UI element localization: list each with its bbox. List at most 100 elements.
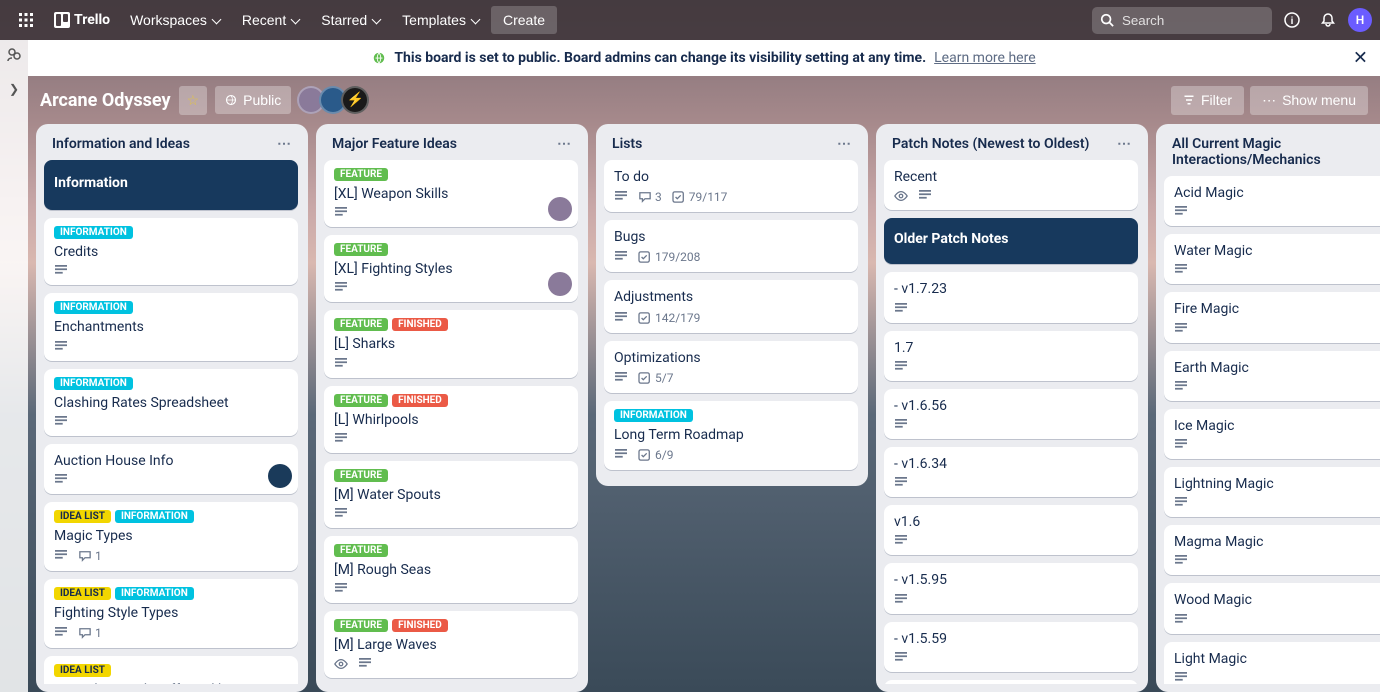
card[interactable]: INFORMATIONCredits <box>44 218 298 285</box>
label-fin[interactable]: FINISHED <box>392 394 448 407</box>
card[interactable]: - v1.5.34 <box>884 680 1138 684</box>
nav-starred[interactable]: Starred <box>311 6 390 34</box>
label-fin[interactable]: FINISHED <box>392 619 448 632</box>
trello-logo[interactable]: Trello <box>46 12 118 28</box>
description-icon <box>334 207 348 219</box>
description-icon <box>334 358 348 370</box>
label-feat[interactable]: FEATURE <box>334 168 388 181</box>
card[interactable]: Magma Magic <box>1164 525 1380 575</box>
list-menu-button[interactable]: ⋯ <box>557 136 572 152</box>
card[interactable]: INFORMATIONClashing Rates Spreadsheet <box>44 369 298 436</box>
list-menu-button[interactable]: ⋯ <box>277 136 292 152</box>
list-title[interactable]: Patch Notes (Newest to Oldest) <box>892 136 1089 152</box>
list-title[interactable]: Lists <box>612 136 642 152</box>
card[interactable]: FEATURE[M] Rough Seas <box>324 536 578 603</box>
card[interactable]: IDEA LISTStats that can be affected by a… <box>44 656 298 684</box>
nav-templates[interactable]: Templates <box>392 6 489 34</box>
label-info[interactable]: INFORMATION <box>54 301 133 314</box>
description-icon <box>614 449 628 461</box>
card[interactable]: Earth Magic <box>1164 351 1380 401</box>
card[interactable]: FEATURE[XL] Fighting Styles <box>324 235 578 302</box>
nav-recent[interactable]: Recent <box>232 6 309 34</box>
user-avatar[interactable]: H <box>1348 8 1372 32</box>
list-title[interactable]: All Current Magic Interactions/Mechanics <box>1172 136 1380 168</box>
label-info[interactable]: INFORMATION <box>115 587 194 600</box>
card[interactable]: To do 3 79/117 <box>604 160 858 212</box>
apps-menu-button[interactable] <box>8 6 44 34</box>
create-button[interactable]: Create <box>491 6 557 34</box>
info-button[interactable]: i <box>1276 4 1308 36</box>
card[interactable]: 1.7 <box>884 331 1138 381</box>
card[interactable]: - v1.5.59 <box>884 622 1138 672</box>
card[interactable]: Lightning Magic <box>1164 467 1380 517</box>
show-menu-button[interactable]: ⋯ Show menu <box>1250 86 1368 115</box>
label-info[interactable]: INFORMATION <box>614 409 693 422</box>
label-feat[interactable]: FEATURE <box>334 619 388 632</box>
card[interactable]: Fire Magic <box>1164 292 1380 342</box>
filter-button[interactable]: Filter <box>1171 86 1244 115</box>
list-title[interactable]: Major Feature Ideas <box>332 136 457 152</box>
board-members[interactable]: ⚡ <box>303 86 369 114</box>
card[interactable]: Information <box>44 160 298 210</box>
notifications-button[interactable] <box>1312 4 1344 36</box>
card[interactable]: Acid Magic <box>1164 176 1380 226</box>
label-info[interactable]: INFORMATION <box>54 377 133 390</box>
card[interactable]: INFORMATIONEnchantments <box>44 293 298 360</box>
card[interactable]: INFORMATIONLong Term Roadmap 6/9 <box>604 401 858 470</box>
label-info[interactable]: INFORMATION <box>54 226 133 239</box>
card[interactable]: v1.6 <box>884 505 1138 555</box>
banner-link[interactable]: Learn more here <box>934 50 1035 66</box>
card[interactable]: - v1.6.34 <box>884 447 1138 497</box>
workspace-icon[interactable] <box>5 46 23 64</box>
card[interactable]: FEATURE[M] Water Spouts <box>324 461 578 528</box>
card[interactable]: IDEA LISTINFORMATIONFighting Style Types… <box>44 579 298 648</box>
nav-workspaces[interactable]: Workspaces <box>120 6 230 34</box>
member-avatar[interactable] <box>548 197 572 221</box>
card[interactable]: - v1.7.23 <box>884 272 1138 322</box>
card[interactable]: FEATUREFINISHED[L] Whirlpools <box>324 386 578 453</box>
card[interactable]: FEATUREFINISHED[L] Sharks <box>324 310 578 377</box>
card[interactable]: Auction House Info <box>44 444 298 494</box>
card[interactable]: FEATUREFINISHED[M] Large Waves <box>324 611 578 678</box>
card[interactable]: Light Magic <box>1164 642 1380 685</box>
label-info[interactable]: INFORMATION <box>115 510 194 523</box>
label-idea[interactable]: IDEA LIST <box>54 664 111 677</box>
card[interactable]: Bugs 179/208 <box>604 220 858 272</box>
card[interactable]: - v1.5.95 <box>884 563 1138 613</box>
description-icon <box>614 312 628 324</box>
label-fin[interactable]: FINISHED <box>392 318 448 331</box>
close-icon[interactable]: ✕ <box>1353 48 1368 69</box>
label-feat[interactable]: FEATURE <box>334 243 388 256</box>
trello-icon <box>54 12 70 28</box>
card[interactable]: Older Patch Notes <box>884 218 1138 264</box>
label-idea[interactable]: IDEA LIST <box>54 587 111 600</box>
card[interactable]: IDEA LISTINFORMATIONMagic Types 1 <box>44 502 298 571</box>
label-feat[interactable]: FEATURE <box>334 318 388 331</box>
card[interactable]: Adjustments 142/179 <box>604 280 858 332</box>
search-input[interactable] <box>1092 7 1272 34</box>
description-icon <box>614 191 628 203</box>
list-menu-button[interactable]: ⋯ <box>837 136 852 152</box>
board-title[interactable]: Arcane Odyssey <box>40 90 171 111</box>
list-title[interactable]: Information and Ideas <box>52 136 190 152</box>
member-avatar[interactable] <box>268 464 292 488</box>
card[interactable]: Ice Magic <box>1164 409 1380 459</box>
list-menu-button[interactable]: ⋯ <box>1117 136 1132 152</box>
expand-sidebar-button[interactable]: ❯ <box>9 82 19 96</box>
banner-text: This board is set to public. Board admin… <box>394 50 926 66</box>
label-feat[interactable]: FEATURE <box>334 544 388 557</box>
visibility-button[interactable]: Public <box>215 86 291 114</box>
label-idea[interactable]: IDEA LIST <box>54 510 111 523</box>
card[interactable]: - v1.6.56 <box>884 389 1138 439</box>
card-badges <box>1174 497 1380 509</box>
star-button[interactable]: ☆ <box>179 86 208 115</box>
card[interactable]: Recent <box>884 160 1138 210</box>
card[interactable]: FEATURE[XL] Weapon Skills <box>324 160 578 227</box>
card[interactable]: Water Magic <box>1164 234 1380 284</box>
member-avatar[interactable] <box>548 272 572 296</box>
label-feat[interactable]: FEATURE <box>334 394 388 407</box>
label-feat[interactable]: FEATURE <box>334 469 388 482</box>
card[interactable]: Wood Magic <box>1164 583 1380 633</box>
card[interactable]: Optimizations 5/7 <box>604 341 858 393</box>
board-canvas[interactable]: Information and Ideas ⋯ Information INFORMA… <box>28 124 1380 692</box>
